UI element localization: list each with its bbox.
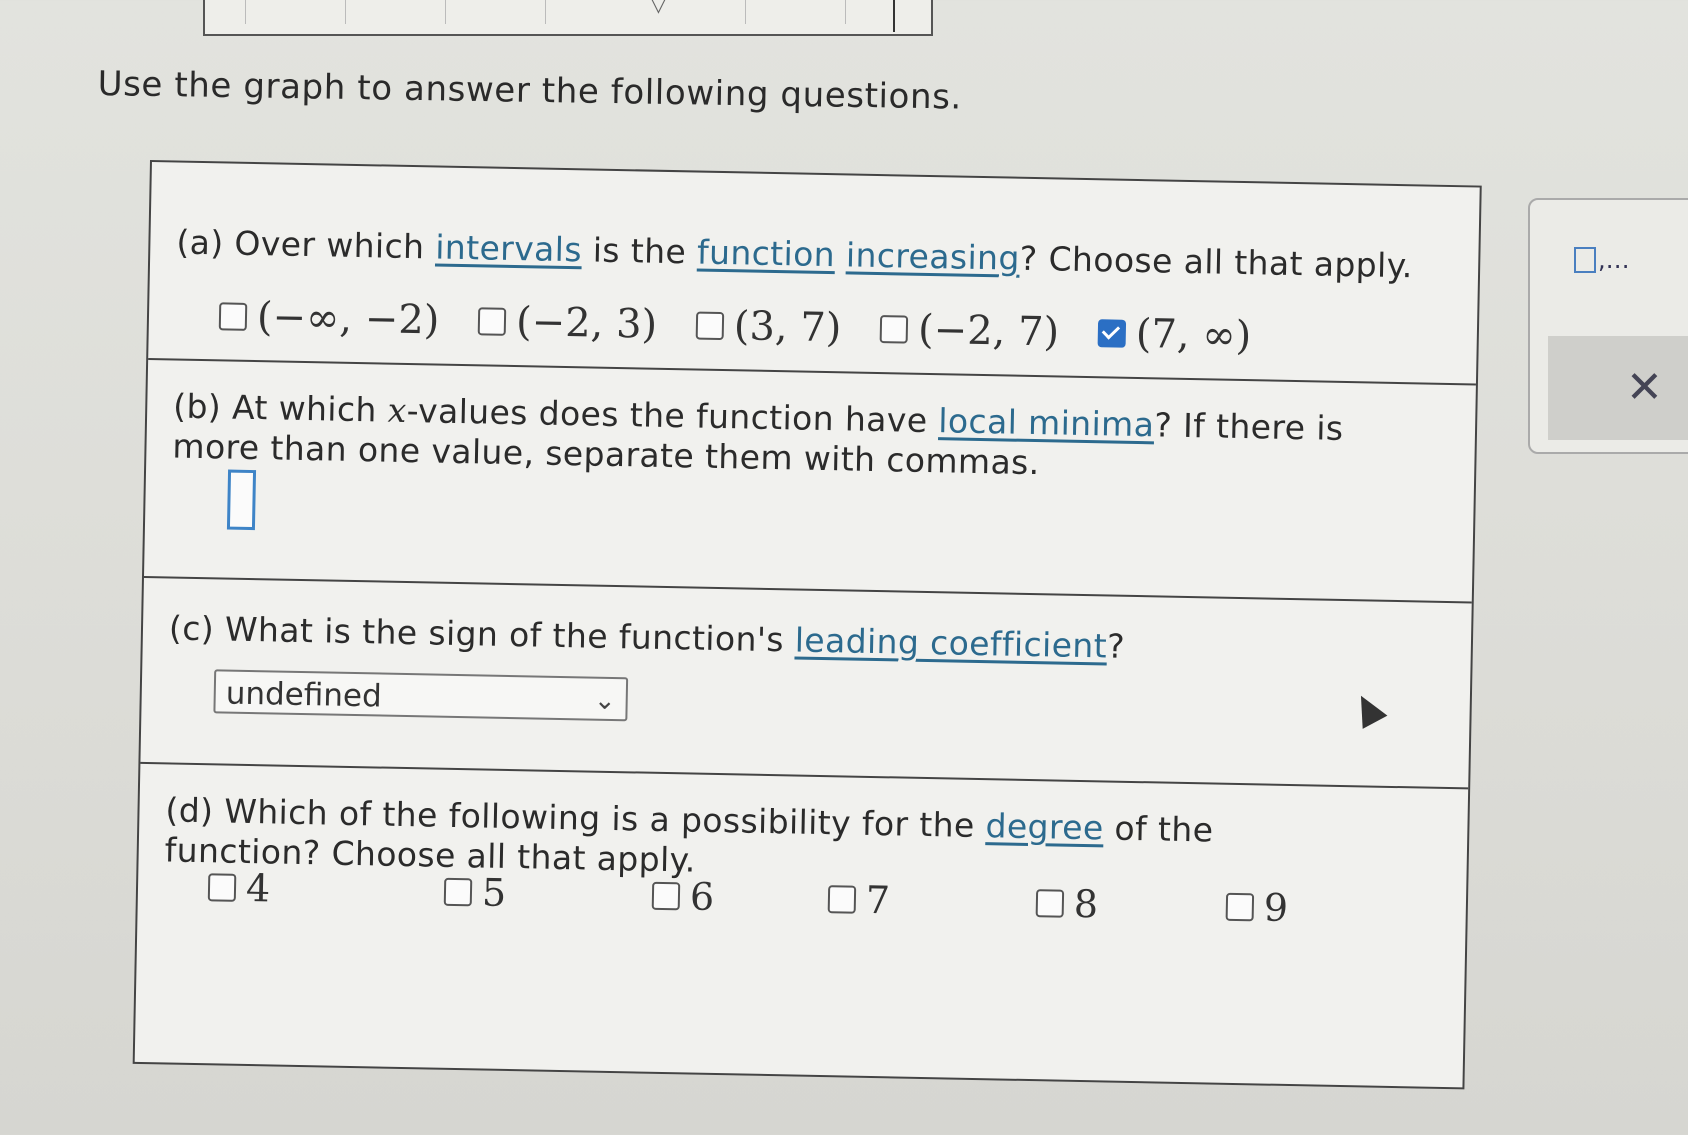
part-b-section: (b) At which x-values does the function …	[143, 358, 1476, 604]
part-b-question: (b) At which x-values does the function …	[172, 386, 1344, 483]
interval-option-4[interactable]: (−2, 7)	[879, 306, 1060, 355]
interval-option-1[interactable]: (−∞, −2)	[218, 293, 440, 344]
checkbox[interactable]	[443, 877, 473, 907]
select-value: undefined	[225, 675, 383, 715]
part-c-section: (c) What is the sign of the function's l…	[140, 575, 1472, 790]
interval-template-button[interactable]: ,…	[1572, 246, 1630, 274]
part-d-question: (d) Which of the following is a possibil…	[164, 790, 1214, 880]
checkbox[interactable]	[1225, 892, 1255, 922]
degree-option-6[interactable]: 6	[651, 874, 715, 919]
degree-link[interactable]: degree	[985, 806, 1104, 847]
checkbox[interactable]	[218, 302, 248, 331]
chevron-down-icon: ⌄	[593, 685, 616, 717]
leading-coefficient-select[interactable]: undefined ⌄	[213, 669, 629, 722]
checkbox[interactable]	[207, 873, 237, 902]
math-tools-panel: ,… ✕	[1528, 198, 1688, 454]
checkbox[interactable]	[695, 311, 725, 341]
part-d-section: (d) Which of the following is a possibil…	[135, 762, 1468, 1085]
close-icon[interactable]: ✕	[1626, 362, 1663, 413]
graph-axis-line	[893, 0, 895, 32]
checkbox[interactable]	[1035, 889, 1065, 918]
local-minima-answer-input[interactable]	[226, 469, 257, 531]
questions-table: (a) Over which intervals is the function…	[132, 160, 1482, 1090]
degree-option-9[interactable]: 9	[1225, 885, 1288, 930]
interval-option-5[interactable]: (7, ∞)	[1097, 310, 1252, 359]
part-c-question: (c) What is the sign of the function's l…	[168, 608, 1126, 666]
part-a-choices: (−∞, −2) (−2, 3) (3, 7) (−2, 7) (7, ∞)	[218, 293, 1278, 360]
degree-option-5[interactable]: 5	[443, 870, 507, 915]
checkbox[interactable]	[879, 315, 909, 344]
instructions-text: Use the graph to answer the following qu…	[97, 64, 963, 118]
checkbox[interactable]	[827, 885, 857, 914]
clear-button-area[interactable]	[1548, 336, 1688, 440]
checkbox[interactable]	[651, 881, 681, 911]
graph-arrow-icon: ▽	[650, 0, 667, 17]
graph-panel-bottom-edge: ▽	[203, 0, 933, 36]
local-minima-link[interactable]: local minima	[938, 401, 1155, 444]
function-link[interactable]: function	[697, 233, 836, 275]
template-box-icon	[1574, 247, 1596, 273]
intervals-link[interactable]: intervals	[435, 227, 582, 269]
checkbox-checked[interactable]	[1097, 319, 1127, 348]
degree-option-4[interactable]: 4	[207, 865, 271, 910]
interval-option-3[interactable]: (3, 7)	[695, 303, 842, 351]
checkbox[interactable]	[477, 307, 507, 336]
increasing-link[interactable]: increasing	[846, 235, 1021, 277]
interval-option-2[interactable]: (−2, 3)	[477, 298, 658, 348]
leading-coefficient-link[interactable]: leading coefficient	[794, 620, 1107, 665]
part-a-section: (a) Over which intervals is the function…	[148, 162, 1480, 386]
degree-option-7[interactable]: 7	[827, 877, 891, 922]
part-a-question: (a) Over which intervals is the function…	[176, 222, 1414, 286]
degree-option-8[interactable]: 8	[1035, 881, 1098, 926]
